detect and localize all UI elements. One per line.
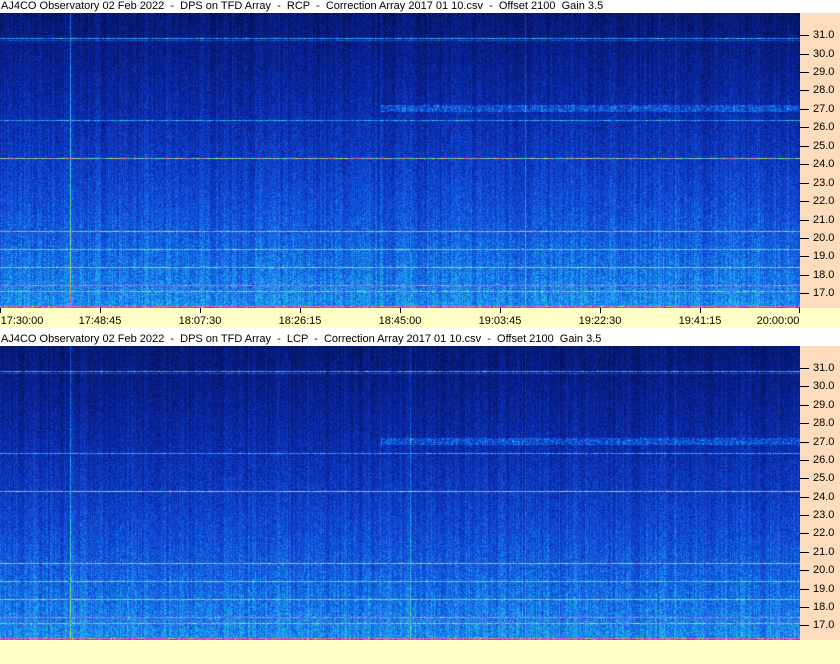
time-label: 18:26:15 xyxy=(278,315,322,327)
time-label: 18:07:30 xyxy=(178,315,222,327)
time-tick xyxy=(300,308,301,313)
freq-tick xyxy=(800,625,809,627)
freq-label: 19.0 xyxy=(813,582,835,595)
freq-label: 31.0 xyxy=(813,29,835,42)
freq-tick xyxy=(800,256,809,258)
freq-label: 23.0 xyxy=(813,176,835,189)
time-label: 17:30:00 xyxy=(0,315,44,327)
freq-tick xyxy=(800,164,809,166)
lcp-spectrogram xyxy=(0,346,800,640)
freq-label: 25.0 xyxy=(813,139,835,152)
freq-tick xyxy=(800,459,809,461)
freq-label: 22.0 xyxy=(813,195,835,208)
time-label: 18:45:00 xyxy=(378,315,422,327)
freq-label: 31.0 xyxy=(813,362,835,375)
rcp-spectrogram xyxy=(0,13,800,308)
freq-tick xyxy=(800,441,809,443)
rcp-frequency-axis: 17.0 18.0 19.0 20.0 21.0 22.0 23.0 24.0 25.0 26.0… xyxy=(800,13,840,308)
freq-label: 24.0 xyxy=(813,490,835,503)
freq-tick xyxy=(800,368,809,370)
freq-tick xyxy=(800,274,809,276)
time-label: 19:03:45 xyxy=(478,315,522,327)
freq-tick xyxy=(800,182,809,184)
freq-label: 17.0 xyxy=(813,287,835,300)
time-tick xyxy=(700,308,701,313)
freq-label: 21.0 xyxy=(813,213,835,226)
time-tick xyxy=(600,308,601,313)
freq-label: 20.0 xyxy=(813,231,835,244)
freq-label: 23.0 xyxy=(813,509,835,522)
time-tick xyxy=(799,308,800,313)
rcp-title: AJ4CO Observatory 02 Feb 2022 - DPS on T… xyxy=(1,0,604,12)
freq-tick xyxy=(800,145,809,147)
time-tick xyxy=(500,308,501,313)
freq-label: 30.0 xyxy=(813,47,835,60)
freq-tick xyxy=(800,127,809,129)
time-tick xyxy=(200,308,201,313)
time-axis: 17:30:00 17:48:45 18:07:30 18:26:15 18:45:00… xyxy=(0,308,840,328)
time-label: 17:48:45 xyxy=(78,315,122,327)
lcp-title: AJ4CO Observatory 02 Feb 2022 - DPS on T… xyxy=(1,333,602,345)
time-label: 20:00:00 xyxy=(756,315,800,327)
lcp-frequency-axis: 17.0 18.0 19.0 20.0 21.0 22.0 23.0 24.0 25.0 26.0… xyxy=(800,346,840,640)
freq-label: 20.0 xyxy=(813,564,835,577)
freq-label: 18.0 xyxy=(813,600,835,613)
freq-tick xyxy=(800,588,809,590)
freq-label: 29.0 xyxy=(813,66,835,78)
freq-tick xyxy=(800,570,809,572)
freq-label: 25.0 xyxy=(813,472,835,485)
time-label: 19:41:15 xyxy=(678,315,722,327)
freq-label: 30.0 xyxy=(813,380,835,393)
freq-label: 26.0 xyxy=(813,453,835,466)
freq-tick xyxy=(800,53,809,55)
freq-label: 22.0 xyxy=(813,527,835,540)
freq-tick xyxy=(800,219,809,221)
freq-tick xyxy=(800,201,809,203)
freq-tick xyxy=(800,551,809,553)
freq-tick xyxy=(800,108,809,110)
bottom-strip xyxy=(0,640,840,664)
freq-label: 28.0 xyxy=(813,84,835,97)
freq-tick xyxy=(800,515,809,517)
time-label: 19:22:30 xyxy=(578,315,622,327)
freq-tick xyxy=(800,478,809,480)
freq-tick xyxy=(800,237,809,239)
freq-tick xyxy=(800,72,809,73)
freq-label: 26.0 xyxy=(813,121,835,134)
time-tick xyxy=(100,308,101,313)
freq-label: 19.0 xyxy=(813,250,835,263)
freq-label: 18.0 xyxy=(813,268,835,281)
freq-tick xyxy=(800,533,809,535)
freq-tick xyxy=(800,386,809,388)
freq-label: 27.0 xyxy=(813,102,835,115)
freq-label: 29.0 xyxy=(813,398,835,411)
freq-tick xyxy=(800,404,809,406)
freq-label: 24.0 xyxy=(813,158,835,171)
freq-tick xyxy=(800,90,809,92)
freq-label: 21.0 xyxy=(813,545,835,558)
freq-tick xyxy=(800,293,809,295)
freq-label: 28.0 xyxy=(813,417,835,430)
freq-tick xyxy=(800,35,809,37)
freq-label: 17.0 xyxy=(813,619,835,632)
freq-label: 27.0 xyxy=(813,435,835,448)
time-tick xyxy=(400,308,401,313)
freq-tick xyxy=(800,423,809,425)
freq-tick xyxy=(800,496,809,498)
freq-tick xyxy=(800,606,809,608)
time-tick xyxy=(0,308,1,313)
